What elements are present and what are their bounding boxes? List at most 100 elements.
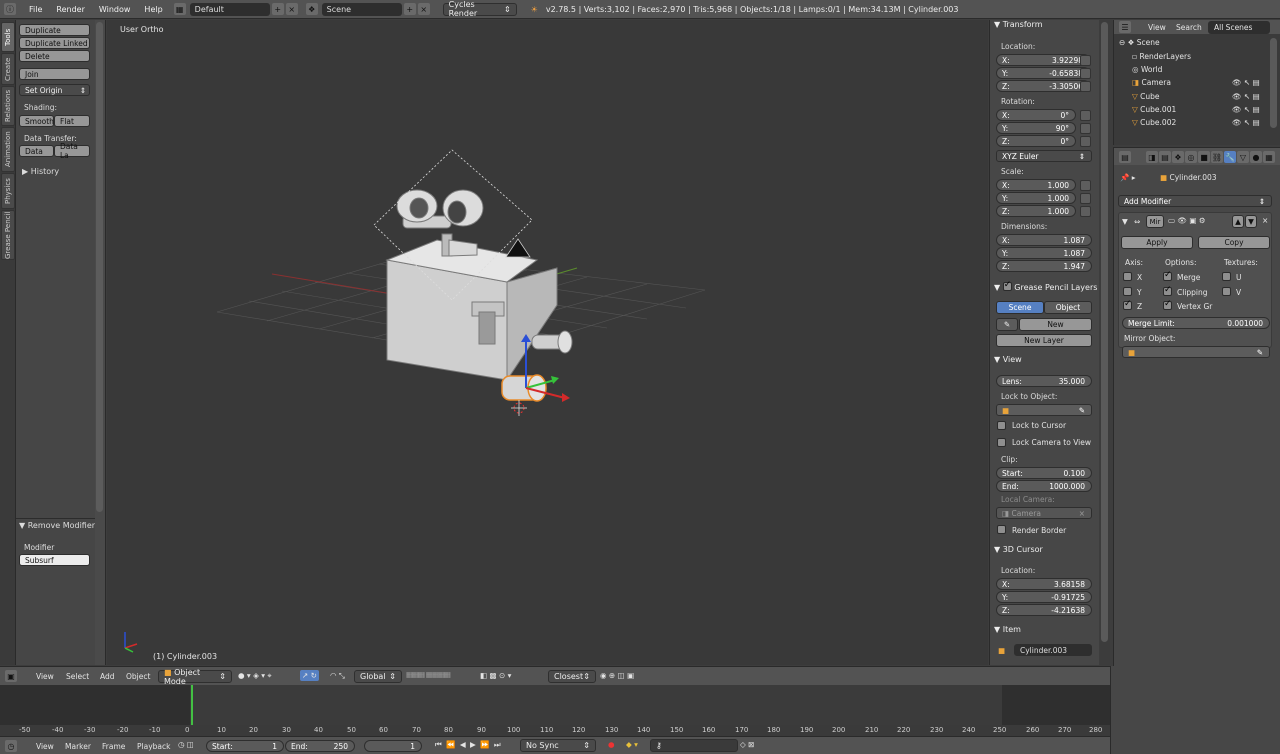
keying-set-field[interactable]: ⚷ bbox=[650, 739, 738, 752]
clipping-checkbox[interactable] bbox=[1163, 285, 1172, 296]
duplicate-linked-button[interactable]: Duplicate Linked bbox=[19, 37, 90, 49]
history-panel-header[interactable]: ▶ History bbox=[22, 167, 59, 176]
outliner-item-scene[interactable]: ⊖ ❖ Scene bbox=[1119, 38, 1160, 47]
axis-y-checkbox[interactable] bbox=[1123, 287, 1132, 296]
scene-field[interactable]: Scene bbox=[321, 2, 402, 16]
grease-new-button[interactable]: New bbox=[1019, 318, 1092, 331]
add-scene-icon[interactable]: + bbox=[403, 3, 416, 15]
merge-checkbox[interactable] bbox=[1163, 270, 1172, 281]
info-editor-icon[interactable]: ⓘ bbox=[4, 3, 16, 15]
cursor-y-field[interactable]: Y: -0.91725 bbox=[996, 591, 1092, 603]
lock-icon[interactable] bbox=[1080, 123, 1091, 134]
scale-y-field[interactable]: Y: 1.000 bbox=[996, 192, 1076, 204]
timeline-menu-frame[interactable]: Frame bbox=[102, 742, 125, 751]
editor-type-icon[interactable]: ◷ bbox=[5, 740, 17, 752]
apply-button[interactable]: Apply bbox=[1121, 236, 1193, 249]
n-panel-scrollbar[interactable] bbox=[1101, 22, 1108, 642]
lock-icon[interactable] bbox=[1080, 81, 1091, 92]
item-panel-header[interactable]: ▼ Item bbox=[994, 625, 1021, 634]
outliner-item-cube002[interactable]: ▽ Cube.002 bbox=[1132, 118, 1176, 127]
layers-tab-icon[interactable]: ▤ bbox=[1159, 151, 1171, 163]
scale-z-field[interactable]: Z: 1.000 bbox=[996, 205, 1076, 217]
tab-create[interactable]: Create bbox=[1, 53, 15, 85]
snap-select[interactable]: Closest ⇕ bbox=[548, 670, 596, 683]
menu-file[interactable]: File bbox=[22, 5, 49, 14]
layout-icon[interactable]: ▦ bbox=[173, 3, 186, 15]
location-z-field[interactable]: Z: -3.30506 bbox=[996, 80, 1090, 92]
triangle-down-icon[interactable]: ▼ bbox=[1122, 217, 1128, 226]
sync-select[interactable]: No Sync ⇕ bbox=[520, 739, 596, 752]
tab-animation[interactable]: Animation bbox=[1, 127, 15, 172]
outliner-item-camera[interactable]: ◨ Camera bbox=[1132, 78, 1171, 87]
shading-icons[interactable]: ● ▾ ◈ ▾ ⌖ bbox=[238, 671, 272, 681]
join-button[interactable]: Join bbox=[19, 68, 90, 80]
constraints-tab-icon[interactable]: ⛓ bbox=[1211, 151, 1223, 163]
move-down-icon[interactable]: ▼ bbox=[1245, 215, 1257, 228]
axis-x-checkbox[interactable] bbox=[1123, 272, 1132, 281]
set-origin-select[interactable]: Set Origin ⇕ bbox=[19, 84, 90, 96]
smooth-button[interactable]: Smooth bbox=[19, 115, 54, 127]
current-frame-field[interactable]: 1 bbox=[364, 740, 422, 752]
lock-icon[interactable] bbox=[1080, 68, 1091, 79]
scale-x-field[interactable]: X: 1.000 bbox=[996, 179, 1076, 191]
remove-layout-icon[interactable]: × bbox=[285, 3, 298, 15]
object-tab-icon[interactable]: ■ bbox=[1198, 151, 1210, 163]
add-layout-icon[interactable]: + bbox=[271, 3, 284, 15]
flat-button[interactable]: Flat bbox=[54, 115, 90, 127]
location-y-field[interactable]: Y: -0.65838 bbox=[996, 67, 1090, 79]
clip-end-field[interactable]: End: 1000.000 bbox=[996, 480, 1092, 492]
modifier-display-icons[interactable]: ▭ 👁 ▣ ⚙ bbox=[1168, 216, 1206, 225]
visibility-icon[interactable]: 👁 ↖ ▤ bbox=[1232, 92, 1260, 101]
end-frame-field[interactable]: End: 250 bbox=[285, 740, 355, 752]
dimension-z-field[interactable]: Z: 1.947 bbox=[996, 260, 1092, 272]
menu-window[interactable]: Window bbox=[92, 5, 138, 14]
local-camera-field[interactable]: ◨ Camera × bbox=[996, 507, 1092, 519]
lock-icon[interactable] bbox=[1080, 193, 1091, 204]
view-panel-header[interactable]: ▼ View bbox=[994, 355, 1022, 364]
axis-z-checkbox[interactable] bbox=[1123, 299, 1132, 310]
move-up-icon[interactable]: ▲ bbox=[1232, 215, 1244, 228]
keyframe-insert-icons[interactable]: ◇ ⊠ bbox=[740, 740, 754, 749]
lock-object-field[interactable]: ■ ✎ bbox=[996, 404, 1092, 416]
3d-cursor-panel-header[interactable]: ▼ 3D Cursor bbox=[994, 545, 1043, 554]
render-engine-select[interactable]: Cycles Render ⇕ bbox=[442, 0, 517, 18]
menu-render[interactable]: Render bbox=[49, 5, 91, 14]
material-tab-icon[interactable]: ● bbox=[1250, 151, 1262, 163]
rotation-mode-select[interactable]: XYZ Euler ⇕ bbox=[996, 150, 1092, 162]
visibility-icon[interactable]: 👁 ↖ ▤ bbox=[1232, 78, 1260, 87]
tool-shelf-scrollbar[interactable] bbox=[96, 22, 103, 512]
start-frame-field[interactable]: Start: 1 bbox=[206, 740, 284, 752]
tab-relations[interactable]: Relations bbox=[1, 86, 15, 126]
texture-tab-icon[interactable]: ▦ bbox=[1263, 151, 1275, 163]
location-x-field[interactable]: X: 3.92298 bbox=[996, 54, 1090, 66]
outliner-search-menu[interactable]: Search bbox=[1176, 23, 1202, 32]
data-tab-icon[interactable]: ▽ bbox=[1237, 151, 1249, 163]
rotation-y-field[interactable]: Y: 90° bbox=[996, 122, 1076, 134]
world-tab-icon[interactable]: ◎ bbox=[1185, 151, 1197, 163]
record-icon[interactable]: ● bbox=[608, 740, 615, 749]
lens-field[interactable]: Lens: 35.000 bbox=[996, 375, 1092, 387]
close-icon[interactable]: × bbox=[1079, 509, 1085, 518]
editor-type-icon[interactable]: ▣ bbox=[5, 670, 17, 682]
tab-grease-pencil[interactable]: Grease Pencil bbox=[1, 210, 15, 260]
eyedropper-icon[interactable]: ✎ bbox=[1257, 348, 1263, 357]
outliner-editor-icon[interactable]: ☰ bbox=[1119, 21, 1131, 33]
item-name-field[interactable]: Cylinder.003 bbox=[1014, 644, 1092, 656]
menu-object[interactable]: Object bbox=[126, 672, 150, 681]
properties-editor-icon[interactable]: ▤ bbox=[1119, 151, 1131, 163]
menu-add[interactable]: Add bbox=[100, 672, 115, 681]
add-modifier-select[interactable]: Add Modifier ⇕ bbox=[1118, 195, 1272, 207]
copy-button[interactable]: Copy bbox=[1198, 236, 1270, 249]
snap-icons[interactable]: ◉ ⊕ ◫ ▣ bbox=[600, 671, 634, 680]
visibility-icon[interactable]: 👁 ↖ ▤ bbox=[1232, 118, 1260, 127]
playback-controls[interactable]: ⏮ ⏪ ◀ ▶ ⏩ ⏭ bbox=[435, 740, 502, 750]
close-icon[interactable]: × bbox=[1262, 216, 1268, 225]
lock-icon[interactable] bbox=[1080, 136, 1091, 147]
data-button[interactable]: Data bbox=[19, 145, 54, 157]
lock-icon[interactable] bbox=[1080, 55, 1091, 66]
modifiers-tab-icon[interactable]: 🔧 bbox=[1224, 151, 1236, 163]
mirror-object-field[interactable]: ■ ✎ bbox=[1122, 346, 1270, 358]
transform-panel-header[interactable]: ▼ Transform bbox=[994, 20, 1043, 29]
lock-icon[interactable] bbox=[1080, 110, 1091, 121]
rotation-z-field[interactable]: Z: 0° bbox=[996, 135, 1076, 147]
